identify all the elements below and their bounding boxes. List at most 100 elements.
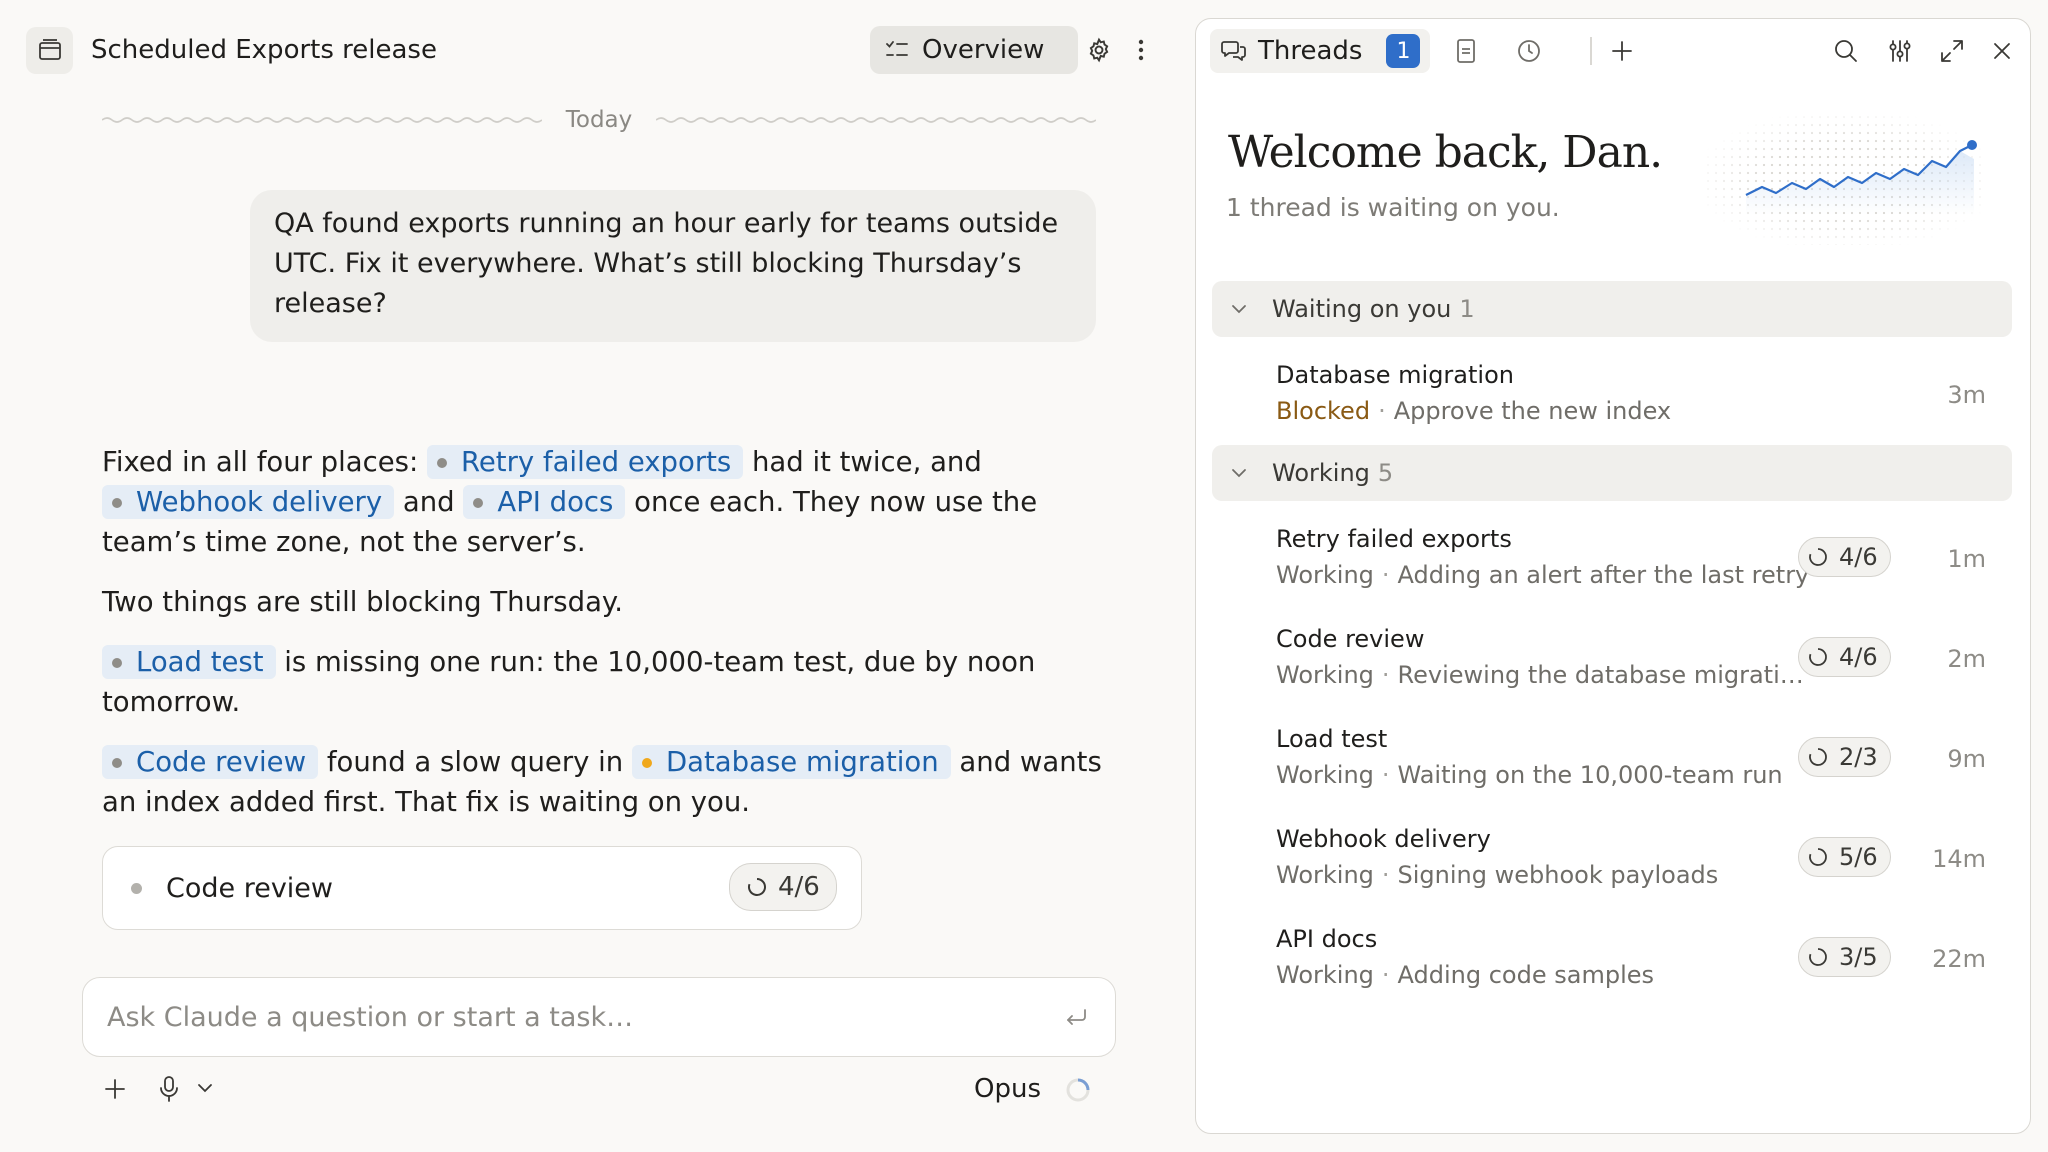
- separator-dot: ·: [1381, 561, 1390, 589]
- thread-item-load-test[interactable]: Load test Working · Waiting on the 10,000-…: [1276, 725, 1986, 815]
- notebook-icon: [1457, 39, 1475, 63]
- search-icon: [1835, 40, 1857, 62]
- model-selector[interactable]: Opus: [974, 1074, 1041, 1104]
- thread-chip-load-test[interactable]: Load test: [102, 645, 276, 679]
- chevron-down-icon[interactable]: [196, 1082, 214, 1094]
- progress-pill: 2/3: [1798, 737, 1891, 777]
- thread-time: 14m: [1932, 845, 1986, 873]
- tab-threads-label: Threads: [1258, 36, 1363, 66]
- thread-item-code-review[interactable]: Code review Working · Reviewing the databa…: [1276, 625, 1986, 715]
- microphone-icon[interactable]: [156, 1074, 182, 1104]
- message-text: Fixed in all four places:: [102, 446, 419, 478]
- separator-dot: ·: [1381, 861, 1390, 889]
- chevron-down-icon: [1232, 305, 1246, 314]
- thread-item-database-migration[interactable]: Database migration Blocked · Approve the n…: [1276, 361, 1986, 451]
- gear-icon: [1089, 37, 1109, 63]
- conversation-header: Scheduled Exports release Overview: [26, 26, 1158, 74]
- message-text: found a slow query in: [326, 746, 624, 778]
- thread-item-retry-failed-exports[interactable]: Retry failed exports Working · Adding an a…: [1276, 525, 1986, 615]
- assistant-paragraph: Code review found a slow query in Databa…: [102, 742, 1102, 822]
- thread-status: Working: [1276, 561, 1374, 589]
- return-key-icon[interactable]: [1063, 1004, 1089, 1030]
- chip-label: Code review: [136, 746, 307, 778]
- thread-chip-retry-failed-exports[interactable]: Retry failed exports: [427, 445, 744, 479]
- chat-bubbles-icon: [1221, 41, 1246, 61]
- threads-panel-header: Threads 1: [1210, 29, 2016, 73]
- thread-detail: Signing webhook payloads: [1397, 861, 1719, 889]
- settings-button[interactable]: [1070, 26, 1128, 74]
- separator-dot: ·: [1381, 961, 1390, 989]
- thread-title: Webhook delivery: [1276, 825, 1491, 853]
- filter-button[interactable]: [1884, 35, 1916, 67]
- thread-chip-code-review[interactable]: Code review: [102, 745, 319, 779]
- thread-subtitle: Blocked · Approve the new index: [1276, 397, 1671, 425]
- progress-ring-icon: [1809, 648, 1827, 666]
- separator-dot: ·: [1381, 661, 1390, 689]
- thread-subtitle: Working · Adding an alert after the last r…: [1276, 561, 1809, 589]
- thread-chip-webhook-delivery[interactable]: Webhook delivery: [102, 485, 395, 519]
- thread-time: 3m: [1947, 381, 1986, 409]
- progress-pill: 4/6: [1798, 537, 1891, 577]
- chevron-down-icon: [1232, 469, 1246, 478]
- progress-pill: 3/5: [1798, 937, 1891, 977]
- group-header-waiting[interactable]: Waiting on you 1: [1212, 281, 2012, 337]
- progress-text: 2/3: [1839, 743, 1878, 771]
- message-text: had it twice, and: [751, 446, 982, 478]
- assistant-paragraph: Two things are still blocking Thursday.: [102, 586, 624, 618]
- thread-subtitle: Working · Reviewing the database migrati…: [1276, 661, 1804, 689]
- plus-icon[interactable]: [102, 1076, 128, 1102]
- clock-icon: [1518, 40, 1540, 62]
- thread-title: Code review: [1276, 625, 1425, 653]
- tray-button[interactable]: [26, 26, 73, 74]
- sliders-icon: [1889, 40, 1911, 62]
- chip-label: Retry failed exports: [461, 446, 732, 478]
- wave-divider-left: [102, 117, 542, 123]
- overview-label: Overview: [922, 35, 1045, 65]
- more-options-button[interactable]: [1126, 26, 1156, 74]
- thread-status: Working: [1276, 861, 1374, 889]
- plus-icon: [1612, 41, 1632, 61]
- day-separator: Today: [102, 100, 1096, 140]
- thread-item-api-docs[interactable]: API docs Working · Adding code samples 3/5…: [1276, 925, 1986, 1015]
- group-header-working[interactable]: Working 5: [1212, 445, 2012, 501]
- progress-pill: 5/6: [1798, 837, 1891, 877]
- progress-text: 4/6: [778, 872, 820, 902]
- expand-button[interactable]: [1936, 35, 1968, 67]
- assistant-paragraph: Fixed in all four places: Retry failed e…: [102, 442, 1102, 562]
- user-message: QA found exports running an hour early f…: [250, 190, 1096, 342]
- composer-toolbar: Opus: [102, 1070, 1102, 1110]
- chip-label: Load test: [136, 646, 264, 678]
- close-panel-button[interactable]: [1986, 35, 2018, 67]
- thread-item-webhook-delivery[interactable]: Webhook delivery Working · Signing webhook…: [1276, 825, 1986, 915]
- group-label: Waiting on you: [1272, 295, 1452, 323]
- thread-chip-api-docs[interactable]: API docs: [463, 485, 626, 519]
- thread-title: Load test: [1276, 725, 1388, 753]
- page-title: Scheduled Exports release: [91, 35, 437, 65]
- thread-status: Working: [1276, 761, 1374, 789]
- status-dot: [473, 498, 484, 508]
- prompt-input[interactable]: [107, 1001, 1007, 1033]
- search-button[interactable]: [1830, 35, 1862, 67]
- progress-text: 5/6: [1839, 843, 1878, 871]
- welcome-heading: Welcome back, Dan.: [1228, 127, 1663, 178]
- chip-label: Webhook delivery: [136, 486, 383, 518]
- thread-status: Blocked: [1276, 397, 1371, 425]
- chip-label: API docs: [497, 486, 614, 518]
- tab-history[interactable]: [1513, 35, 1545, 67]
- new-thread-button[interactable]: [1606, 35, 1638, 67]
- thread-status: Working: [1276, 961, 1374, 989]
- loading-spinner-icon: [1066, 1078, 1090, 1102]
- group-count: 5: [1377, 459, 1394, 487]
- thread-detail: Approve the new index: [1393, 397, 1672, 425]
- progress-ring-icon: [1809, 948, 1827, 966]
- thread-chip-database-migration[interactable]: Database migration: [631, 745, 951, 779]
- overview-button[interactable]: Overview: [870, 26, 1078, 74]
- task-card-code-review[interactable]: Code review 4/6: [102, 846, 862, 930]
- tab-threads[interactable]: Threads 1: [1210, 29, 1431, 73]
- progress-text: 3/5: [1839, 943, 1878, 971]
- tab-notes[interactable]: [1450, 35, 1482, 67]
- assistant-message: Fixed in all four places: Retry failed e…: [102, 442, 1102, 842]
- composer: [82, 977, 1116, 1057]
- progress-ring-icon: [1809, 548, 1827, 566]
- tray-icon: [38, 39, 61, 60]
